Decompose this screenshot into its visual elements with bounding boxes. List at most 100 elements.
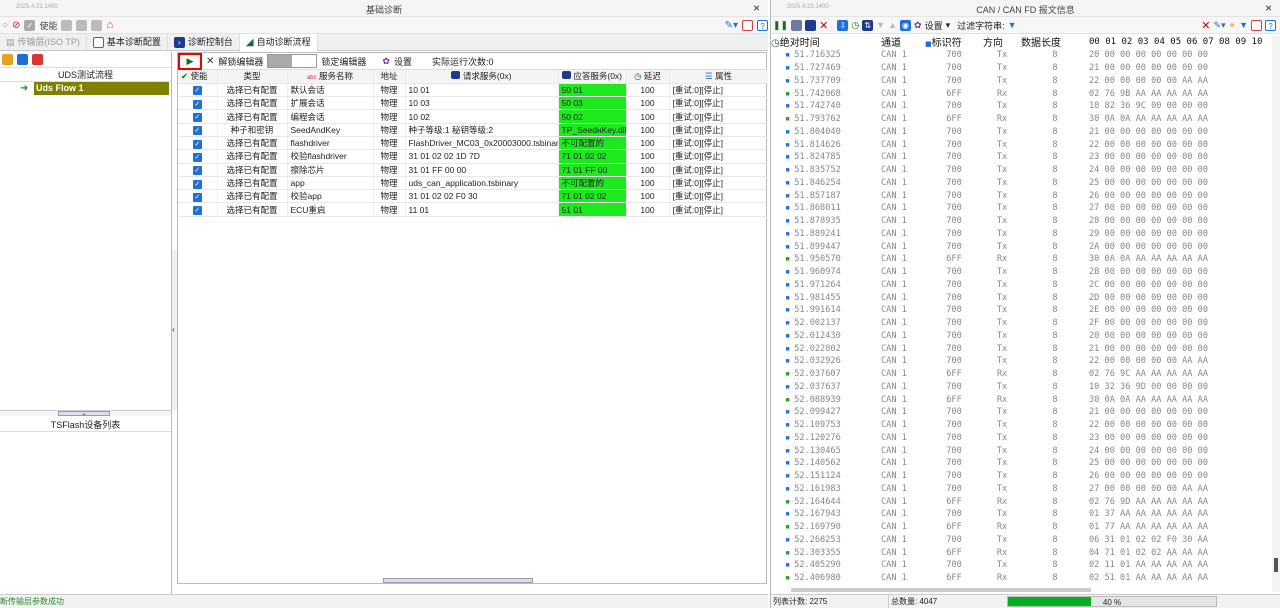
- col-request[interactable]: 请求服务(0x): [405, 70, 559, 84]
- trace-row[interactable]: ▪ 51.878935 CAN 1 700 Tx 8 28 00 00 00 00 00 0…: [771, 215, 1279, 228]
- attr-cell[interactable]: [重试:0][停止]: [669, 176, 768, 191]
- addr-cell[interactable]: 物理: [373, 189, 406, 204]
- trace-row[interactable]: ▪ 51.737709 CAN 1 700 Tx 8 22 00 00 00 00 00 A…: [771, 75, 1279, 88]
- trace-row[interactable]: ▪ 51.971264 CAN 1 700 Tx 8 2C 00 00 00 00 00 0…: [771, 279, 1279, 292]
- filter-icon[interactable]: ▼: [1008, 20, 1017, 30]
- response-cell[interactable]: 不可配置的: [558, 136, 627, 151]
- attr-cell[interactable]: [重试:0][停止]: [669, 136, 768, 151]
- trace-row[interactable]: ▪ 51.742740 CAN 1 700 Tx 8 10 82 36 9C 00 00 0…: [771, 100, 1279, 113]
- delay-cell[interactable]: 100: [626, 136, 670, 151]
- trace-row[interactable]: ▪ 52.151124 CAN 1 700 Tx 8 26 00 00 00 00 00 0…: [771, 470, 1279, 483]
- checkbox-icon[interactable]: ✓: [192, 126, 202, 136]
- checkbox-icon[interactable]: ✓: [192, 166, 202, 176]
- trace-row[interactable]: ▪ 51.804040 CAN 1 700 Tx 8 21 00 00 00 00 00 0…: [771, 126, 1279, 139]
- checkbox-icon[interactable]: ✓: [192, 192, 202, 202]
- addr-cell[interactable]: 物理: [373, 83, 406, 98]
- col-time[interactable]: ◷绝对时间: [771, 34, 881, 49]
- checkbox-icon[interactable]: ✓: [192, 179, 202, 189]
- trace-row[interactable]: ▪ 51.793762 CAN 1 6FF Rx 8 30 0A 0A AA AA AA A…: [771, 113, 1279, 126]
- attr-cell[interactable]: [重试:0][停止]: [669, 189, 768, 204]
- addr-cell[interactable]: 物理: [373, 176, 406, 191]
- checkbox-icon[interactable]: ✓: [192, 86, 202, 96]
- trace-row[interactable]: ▪ 52.099427 CAN 1 700 Tx 8 21 00 00 00 00 00 0…: [771, 406, 1279, 419]
- request-cell[interactable]: uds_can_application.tsbinary: [405, 176, 559, 191]
- export-icon[interactable]: [91, 19, 103, 31]
- trace-row[interactable]: ▪ 51.857187 CAN 1 700 Tx 8 26 00 00 00 00 00 0…: [771, 189, 1279, 202]
- delay-cell[interactable]: 100: [626, 202, 670, 217]
- trace-row[interactable]: ▪ 51.727469 CAN 1 700 Tx 8 21 00 00 00 00 00 0…: [771, 62, 1279, 75]
- addr-cell[interactable]: 物理: [373, 109, 406, 124]
- enable-checkbox[interactable]: ✓: [178, 176, 218, 191]
- record-icon[interactable]: ○: [2, 20, 8, 31]
- trace-row[interactable]: ▪ 51.950570 CAN 1 6FF Rx 8 30 0A 0A AA AA AA A…: [771, 253, 1279, 266]
- save-icon[interactable]: [805, 19, 817, 31]
- col-type[interactable]: 类型: [217, 70, 288, 84]
- help-icon[interactable]: ?: [1265, 19, 1276, 31]
- tab-console[interactable]: › 诊断控制台: [168, 33, 240, 51]
- request-cell[interactable]: 10 01: [405, 83, 559, 98]
- time-icon[interactable]: ◷: [851, 20, 859, 31]
- disable-icon[interactable]: ⊘: [12, 20, 20, 31]
- enable-checkbox[interactable]: ✓: [178, 83, 218, 98]
- checkbox-icon[interactable]: ✓: [192, 139, 202, 149]
- trace-row[interactable]: ▪ 52.002137 CAN 1 700 Tx 8 2F 00 00 00 00 00 0…: [771, 317, 1279, 330]
- splitter[interactable]: ⌄: [0, 410, 171, 417]
- trace-row[interactable]: ▪ 51.814626 CAN 1 700 Tx 8 22 00 00 00 00 00 0…: [771, 138, 1279, 151]
- window-icon[interactable]: [1251, 19, 1262, 31]
- checkbox-icon[interactable]: ✓: [24, 19, 36, 31]
- copy-icon[interactable]: [61, 19, 73, 31]
- home-icon[interactable]: ⌂: [106, 19, 113, 31]
- col-enable[interactable]: ✔ 使能: [178, 70, 218, 84]
- attr-cell[interactable]: [重试:0][停止]: [669, 109, 768, 124]
- table-row[interactable]: ✓ 选择已有配置 扩展会话 物理 10 03 50 03 100 [重试:0][停止]: [178, 96, 768, 111]
- trace-row[interactable]: ▪ 51.960974 CAN 1 700 Tx 8 2B 00 00 00 00 00 0…: [771, 266, 1279, 279]
- type-cell[interactable]: 选择已有配置: [217, 109, 288, 124]
- response-cell[interactable]: 71 01 02 02: [558, 149, 627, 164]
- delay-cell[interactable]: 100: [626, 176, 670, 191]
- delay-cell[interactable]: 100: [626, 163, 670, 177]
- delay-cell[interactable]: 100: [626, 123, 670, 137]
- enable-checkbox[interactable]: ✓: [178, 96, 218, 111]
- camera-icon[interactable]: ◉: [900, 19, 912, 31]
- checkbox-icon[interactable]: ✓: [192, 113, 202, 123]
- addr-cell[interactable]: 物理: [373, 163, 406, 177]
- trace-row[interactable]: ▪ 52.109753 CAN 1 700 Tx 8 22 00 00 00 00 00 0…: [771, 419, 1279, 432]
- table-row[interactable]: ✓ 选择已有配置 校验app 物理 31 01 02 02 F0 30 71 01 02 …: [178, 189, 768, 204]
- delay-cell[interactable]: 100: [626, 83, 670, 98]
- trace-scrollbar[interactable]: [1272, 36, 1280, 592]
- trace-row[interactable]: ▪ 52.037637 CAN 1 700 Tx 8 10 32 36 9D 00 00 0…: [771, 381, 1279, 394]
- addr-cell[interactable]: 物理: [373, 149, 406, 164]
- checkbox-icon[interactable]: ✓: [192, 99, 202, 109]
- name-cell[interactable]: 编程会话: [287, 109, 374, 124]
- trace-row[interactable]: ▪ 52.037607 CAN 1 6FF Rx 8 02 76 9C AA AA AA A…: [771, 368, 1279, 381]
- delay-cell[interactable]: 100: [626, 109, 670, 124]
- trace-row[interactable]: ▪ 52.161983 CAN 1 700 Tx 8 27 00 00 00 00 00 A…: [771, 483, 1279, 496]
- trace-row[interactable]: ▪ 52.167943 CAN 1 700 Tx 8 01 37 AA AA AA AA A…: [771, 508, 1279, 521]
- name-cell[interactable]: flashdriver: [287, 136, 374, 151]
- name-cell[interactable]: ECU重启: [287, 202, 374, 217]
- col-dir[interactable]: 方向: [983, 34, 1021, 49]
- add-flow-icon[interactable]: [17, 54, 28, 65]
- checkbox-icon[interactable]: ✓: [192, 206, 202, 216]
- attr-cell[interactable]: [重试:0][停止]: [669, 83, 768, 98]
- table-row[interactable]: ✓ 选择已有配置 默认会话 物理 10 01 50 01 100 [重试:0][停止]: [178, 83, 768, 98]
- unlock-editor-button[interactable]: 解锁编辑器: [218, 55, 263, 68]
- enable-checkbox[interactable]: ✓: [178, 109, 218, 124]
- lock-toggle[interactable]: [267, 54, 318, 68]
- help-icon[interactable]: ?: [757, 19, 768, 31]
- delay-cell[interactable]: 100: [626, 96, 670, 111]
- clear-filter-icon[interactable]: ✕: [1201, 19, 1210, 32]
- table-row[interactable]: ✓ 选择已有配置 ECU重启 物理 11 01 51 01 100 [重试:0][停止]: [178, 202, 768, 217]
- table-row[interactable]: ✓ 种子和密钥 SeedAndKey 物理 种子等级:1 秘钥等级:2 TP_SeedнK…: [178, 123, 768, 137]
- type-cell[interactable]: 选择已有配置: [217, 136, 288, 151]
- type-cell[interactable]: 选择已有配置: [217, 83, 288, 98]
- delete-flow-icon[interactable]: [32, 54, 43, 65]
- request-cell[interactable]: 10 02: [405, 109, 559, 124]
- trace-row[interactable]: ▪ 51.981455 CAN 1 700 Tx 8 2D 00 00 00 00 00 0…: [771, 291, 1279, 304]
- close-icon[interactable]: ×: [1265, 1, 1272, 15]
- request-cell[interactable]: 10 03: [405, 96, 559, 111]
- trace-row[interactable]: ▪ 52.088939 CAN 1 6FF Rx 8 30 0A 0A AA AA AA A…: [771, 393, 1279, 406]
- trace-row[interactable]: ▪ 52.130465 CAN 1 700 Tx 8 24 00 00 00 00 00 0…: [771, 444, 1279, 457]
- checkbox-icon[interactable]: ✓: [192, 152, 202, 162]
- request-cell[interactable]: 31 01 02 02 F0 30: [405, 189, 559, 204]
